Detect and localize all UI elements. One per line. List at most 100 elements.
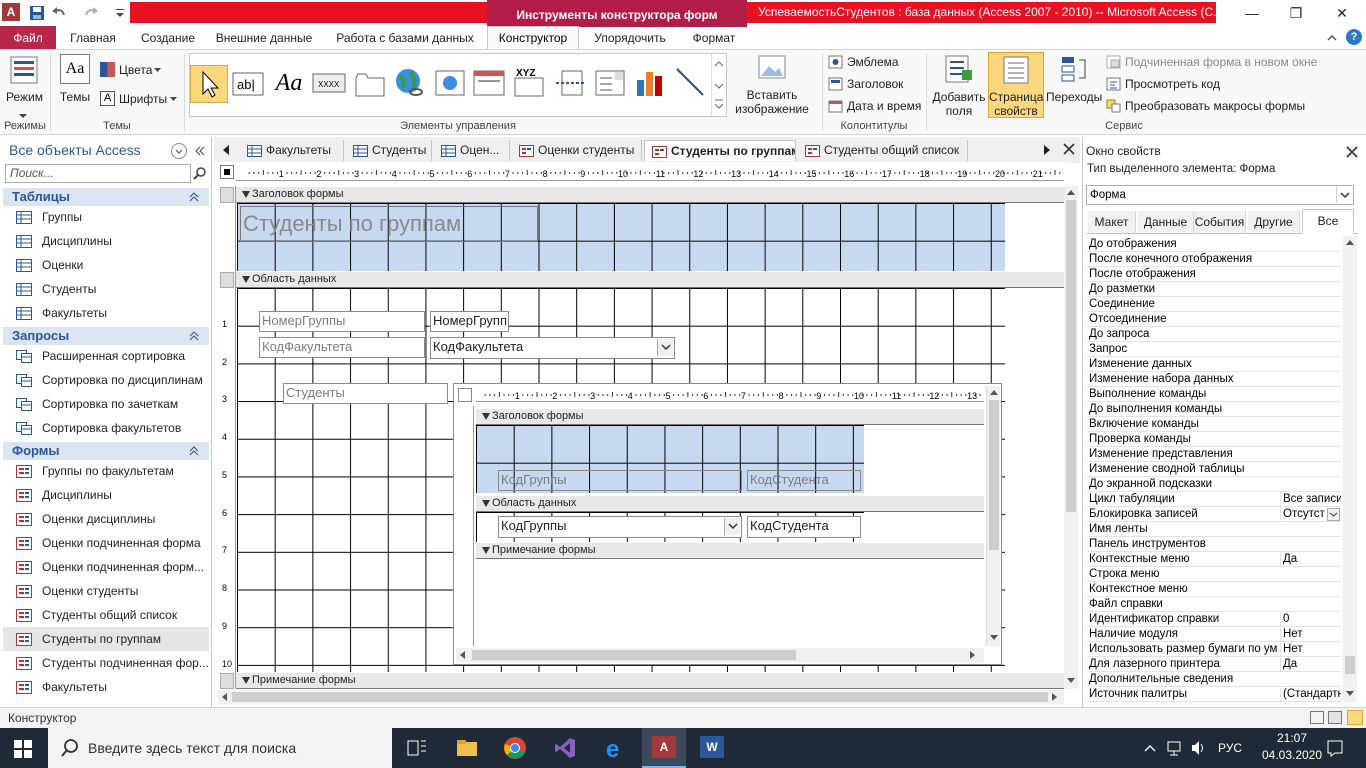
windows-start-icon[interactable] [12,738,34,760]
fonts-button[interactable]: A Шрифты [100,89,180,109]
property-row[interactable]: Соединение [1087,297,1341,312]
tab-home[interactable]: Главная [62,27,124,49]
chevron-down-icon[interactable] [657,339,673,356]
property-row[interactable]: После отображения [1087,267,1341,282]
section-bar-form-footer[interactable]: Примечание формы [236,673,1064,689]
undo-icon[interactable] [50,4,68,22]
subform-student-code-label[interactable]: КодСтудента [747,470,861,491]
property-row[interactable]: Файл справки [1087,597,1341,612]
document-tab[interactable]: Оцен... [434,140,510,161]
group-number-label[interactable]: НомерГруппы [259,311,425,332]
scroll-tabs-right-icon[interactable] [1040,143,1054,157]
save-icon[interactable] [28,4,46,22]
search-icon[interactable] [193,166,207,180]
nav-item[interactable]: Оценки дисциплины [3,507,209,531]
property-row[interactable]: Проверка команды [1087,432,1341,447]
nav-item[interactable]: Факультеты [3,301,209,325]
colors-button[interactable]: Цвета [100,60,180,80]
property-tab[interactable]: Другие [1248,211,1300,233]
property-row[interactable]: Выполнение команды [1087,387,1341,402]
document-tab[interactable]: Студенты [346,140,432,161]
property-row[interactable]: Использовать размер бумаги по ум Нет [1087,642,1341,657]
nav-item[interactable]: Группы по факультетам [3,459,209,483]
property-value[interactable]: Все записи [1280,492,1341,507]
property-value[interactable]: Нет [1280,642,1341,657]
subform-new-window-button[interactable]: Подчиненная форма в новом окне [1106,52,1322,72]
textbox-tool-button[interactable]: ab| [232,71,264,97]
section-selector-header[interactable] [220,187,234,203]
close-button[interactable]: ✕ [1318,0,1366,27]
option-group-tool-button[interactable]: XYZ [512,64,546,98]
property-value[interactable]: Нет [1280,627,1341,642]
faculty-code-label[interactable]: КодФакультета [259,337,425,358]
view-code-button[interactable]: Просмотреть код [1106,74,1322,94]
property-row[interactable]: Включение команды [1087,417,1341,432]
subform-group-code-combobox[interactable]: КодГруппы [498,516,742,538]
tab-create[interactable]: Создание [132,27,204,49]
layout-view-icon[interactable] [1328,711,1342,724]
convert-macros-button[interactable]: Преобразовать макросы формы [1106,96,1322,116]
nav-item[interactable]: Сортировка по зачеткам [3,392,209,416]
collapse-ribbon-icon[interactable] [1324,30,1340,46]
horizontal-ruler[interactable]: 1 2 3 4 5 6 7 8 9 10 11 12 13 14 15 16 17 18 19 20 21 [236,165,1064,181]
property-row[interactable]: Строка меню [1087,567,1341,582]
tab-design[interactable]: Конструктор [487,26,579,50]
chevron-down-icon[interactable] [724,518,740,535]
task-view-icon[interactable] [405,736,429,760]
property-row[interactable]: До запроса [1087,327,1341,342]
nav-item[interactable]: Студенты [3,277,209,301]
subform-student-code-textbox[interactable]: КодСтудента [747,516,861,538]
language-indicator[interactable]: РУС [1218,728,1246,768]
subform-group-code-label[interactable]: КодГруппы [498,470,742,491]
label-tool-icon[interactable]: Aa [272,68,306,98]
faculty-code-combobox[interactable]: КодФакультета [430,337,675,359]
themes-button[interactable]: Aa Темы [56,54,94,116]
tab-external-data[interactable]: Внешние данные [212,27,316,49]
chart-tool-button[interactable] [634,66,666,98]
section-collapse-icon[interactable] [189,192,199,202]
access-taskbar-button[interactable]: A [642,728,686,768]
property-value[interactable]: Да [1280,657,1341,672]
nav-item[interactable]: Расширенная сортировка [3,344,209,368]
property-scrollbar[interactable] [1343,236,1357,702]
nav-collapse-icon[interactable] [193,144,207,158]
nav-item[interactable]: Оценки подчиненная форма [3,531,209,555]
nav-item[interactable]: Сортировка по дисциплинам [3,368,209,392]
property-row[interactable]: Имя ленты [1087,522,1341,537]
hyperlink-tool-button[interactable] [392,66,426,100]
section-bar-form-header[interactable]: Заголовок формы [236,187,1064,203]
help-icon[interactable]: ? [1346,29,1362,45]
nav-item[interactable]: Студенты подчиненная фор... [3,651,209,675]
select-tool-button[interactable] [190,65,228,103]
form-view-icon[interactable] [1310,711,1324,724]
add-fields-button[interactable]: Добавить поля [930,54,988,118]
property-row[interactable]: Изменение представления [1087,447,1341,462]
maximize-button[interactable]: ❐ [1272,0,1320,27]
section-selector-detail[interactable] [220,272,234,288]
nav-item[interactable]: Студенты общий список [3,603,209,627]
property-tab[interactable]: События [1194,211,1246,233]
property-row[interactable]: До отображения [1087,237,1341,252]
close-property-sheet-icon[interactable] [1346,146,1358,158]
nav-item[interactable]: Оценки подчиненная форм... [3,555,209,579]
property-row[interactable]: Цикл табуляции Все записи [1087,492,1341,507]
tab-arrange[interactable]: Упорядочить [584,27,676,49]
property-tab[interactable]: Данные [1138,211,1194,233]
insert-image-button[interactable]: Вставить изображение [728,54,816,118]
property-row[interactable]: Панель инструментов [1087,537,1341,552]
clock-date[interactable]: 04.03.2020 [1258,748,1326,764]
property-row[interactable]: Дополнительные сведения [1087,672,1341,687]
gallery-scroll[interactable] [711,54,725,116]
property-value[interactable]: (Стандартн [1280,687,1341,702]
subform-selector[interactable] [458,388,472,402]
combo-box-tool-button[interactable] [594,68,626,98]
nav-item[interactable]: Оценки [3,253,209,277]
nav-item[interactable]: Дисциплины [3,483,209,507]
tab-order-button[interactable]: Переходы [1046,54,1102,118]
network-icon[interactable] [1166,728,1182,768]
nav-section-forms[interactable]: Формы [3,442,209,460]
property-row[interactable]: Контекстные меню Да [1087,552,1341,567]
property-row[interactable]: До экранной подсказки [1087,477,1341,492]
nav-menu-chevron-icon[interactable] [171,143,187,159]
section-selector-footer[interactable] [220,673,234,689]
